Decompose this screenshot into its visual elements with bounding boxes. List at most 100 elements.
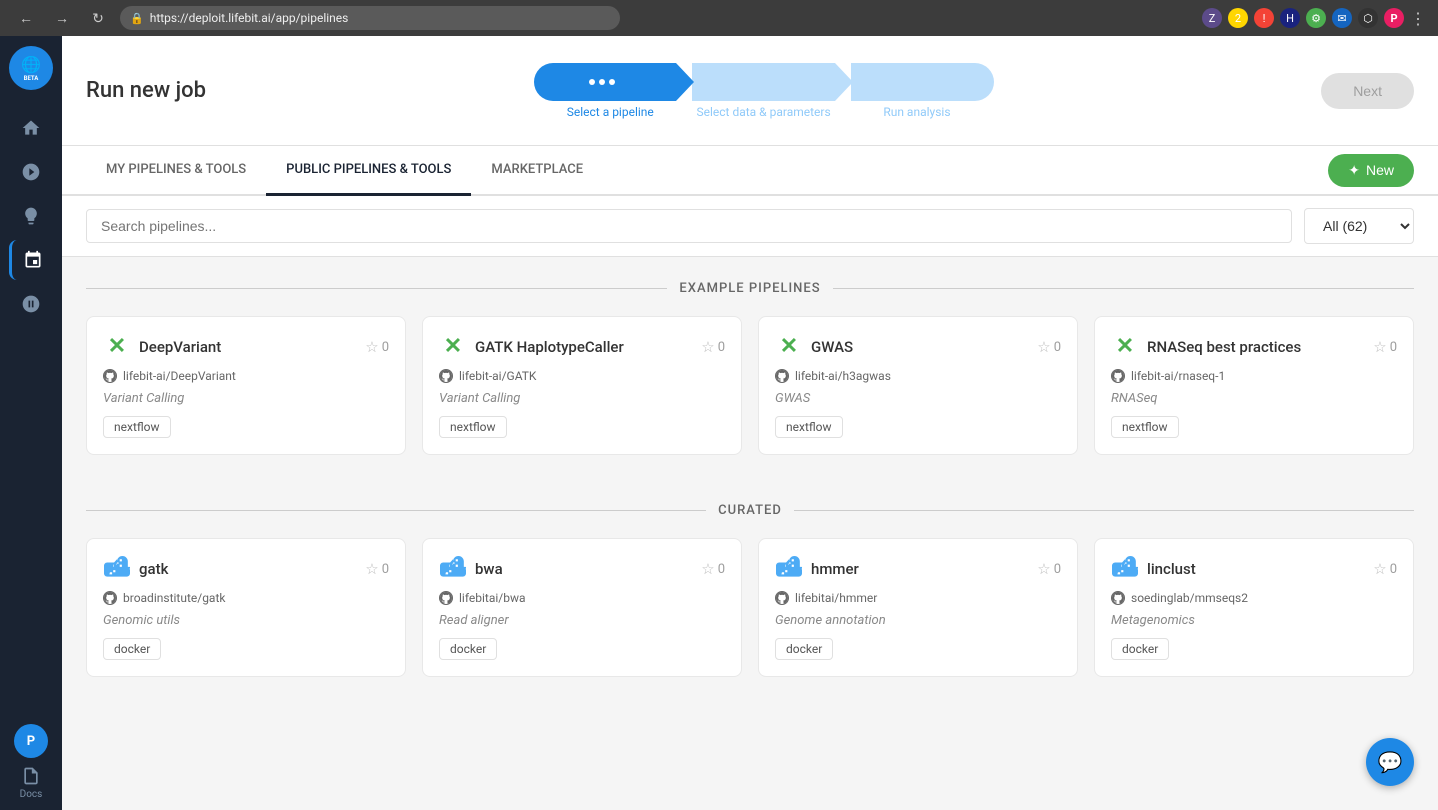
repo-icon [1111, 369, 1125, 383]
extension-2[interactable]: 2 [1228, 8, 1248, 28]
chat-bubble[interactable]: 💬 [1366, 738, 1414, 786]
tab-public-pipelines[interactable]: PUBLIC PIPELINES & TOOLS [266, 146, 471, 196]
star-count: 0 [382, 562, 389, 577]
browser-chrome: ← → ↻ 🔒 https://deploit.lifebit.ai/app/p… [0, 0, 1438, 36]
sidebar-docs-link[interactable]: Docs [20, 766, 43, 800]
pipeline-card[interactable]: bwa ☆ 0 lifebitai/bwa Read aligner docke… [422, 538, 742, 677]
card-star-row[interactable]: ☆ 0 [365, 338, 389, 356]
star-count: 0 [718, 562, 725, 577]
search-row: All (62) [62, 196, 1438, 257]
browser-right-icons: Z 2 ! H ⚙ ✉ ⬡ P ⋮ [1202, 8, 1426, 28]
star-count: 0 [718, 340, 725, 355]
sidebar-item-pipelines[interactable] [9, 240, 53, 280]
card-tag: nextflow [103, 416, 171, 438]
card-star-row[interactable]: ☆ 0 [1373, 560, 1397, 578]
card-title: GATK HaplotypeCaller [475, 338, 624, 356]
repo-name: lifebit-ai/DeepVariant [123, 369, 236, 383]
card-header: ✕ GWAS ☆ 0 [775, 333, 1061, 361]
app-container: 🌐 BETA P Docs Run new job [0, 36, 1438, 810]
pipeline-card[interactable]: hmmer ☆ 0 lifebitai/hmmer Genome annotat… [758, 538, 1078, 677]
wizard-step-1[interactable] [534, 63, 677, 101]
new-button[interactable]: ✦ New [1328, 154, 1414, 187]
tab-my-pipelines[interactable]: MY PIPELINES & TOOLS [86, 146, 266, 196]
card-star-row[interactable]: ☆ 0 [365, 560, 389, 578]
card-title: GWAS [811, 338, 853, 356]
repo-icon [439, 591, 453, 605]
pipeline-card[interactable]: ✕ GWAS ☆ 0 lifebit-ai/h3agwas GWAS nextf… [758, 316, 1078, 455]
page-header: Run new job [62, 36, 1438, 146]
refresh-button[interactable]: ↻ [84, 4, 112, 32]
extension-mail[interactable]: ✉ [1332, 8, 1352, 28]
extension-gear[interactable]: ⚙ [1306, 8, 1326, 28]
wizard-labels: Select a pipeline Select data & paramete… [534, 105, 994, 119]
card-header: linclust ☆ 0 [1111, 555, 1397, 583]
card-tag: docker [1111, 638, 1169, 660]
repo-name: lifebit-ai/rnaseq-1 [1131, 369, 1225, 383]
star-icon: ☆ [1373, 338, 1386, 356]
extension-extra[interactable]: ⬡ [1358, 8, 1378, 28]
title-line-right [833, 288, 1414, 289]
pipeline-card[interactable]: linclust ☆ 0 soedinglab/mmseqs2 Metageno… [1094, 538, 1414, 677]
sidebar-item-data[interactable] [9, 284, 53, 324]
extension-h[interactable]: H [1280, 8, 1300, 28]
card-title: RNASeq best practices [1147, 338, 1301, 356]
card-tag: nextflow [1111, 416, 1179, 438]
filter-select[interactable]: All (62) [1304, 208, 1414, 244]
url-bar[interactable]: 🔒 https://deploit.lifebit.ai/app/pipelin… [120, 6, 620, 30]
section-title-row-example: EXAMPLE PIPELINES [86, 281, 1414, 296]
sidebar-item-jobs[interactable] [9, 152, 53, 192]
card-star-row[interactable]: ☆ 0 [1373, 338, 1397, 356]
card-star-row[interactable]: ☆ 0 [701, 338, 725, 356]
wizard-step-3[interactable] [851, 63, 994, 101]
card-star-row[interactable]: ☆ 0 [1037, 560, 1061, 578]
search-input[interactable] [86, 209, 1292, 243]
extension-z[interactable]: Z [1202, 8, 1222, 28]
repo-name: lifebit-ai/h3agwas [795, 369, 891, 383]
title-line-right-curated [794, 510, 1414, 511]
card-category: Variant Calling [103, 391, 389, 406]
next-button[interactable]: Next [1321, 73, 1414, 109]
repo-icon [103, 369, 117, 383]
card-star-row[interactable]: ☆ 0 [1037, 338, 1061, 356]
sidebar-item-insights[interactable] [9, 196, 53, 236]
card-title-row: ✕ GATK HaplotypeCaller [439, 333, 624, 361]
star-icon: ☆ [701, 560, 714, 578]
star-count: 0 [1054, 562, 1061, 577]
tab-marketplace[interactable]: MARKETPLACE [471, 146, 603, 196]
card-header: gatk ☆ 0 [103, 555, 389, 583]
card-title-row: ✕ GWAS [775, 333, 853, 361]
pipeline-card[interactable]: ✕ GATK HaplotypeCaller ☆ 0 lifebit-ai/GA… [422, 316, 742, 455]
extension-off[interactable]: ! [1254, 8, 1274, 28]
card-category: Read aligner [439, 613, 725, 628]
wizard-step-2[interactable] [692, 63, 835, 101]
card-repo: lifebitai/hmmer [775, 591, 1061, 605]
nf-icon: ✕ [103, 333, 131, 361]
nf-icon: ✕ [1111, 333, 1139, 361]
browser-menu[interactable]: ⋮ [1410, 9, 1426, 28]
section-title-row-curated: CURATED [86, 503, 1414, 518]
star-count: 0 [1054, 340, 1061, 355]
card-title: hmmer [811, 560, 859, 578]
user-avatar-browser[interactable]: P [1384, 8, 1404, 28]
card-repo: lifebit-ai/rnaseq-1 [1111, 369, 1397, 383]
sidebar: 🌐 BETA P Docs [0, 36, 62, 810]
star-icon: ☆ [1037, 338, 1050, 356]
repo-icon [775, 591, 789, 605]
pipeline-card[interactable]: ✕ RNASeq best practices ☆ 0 lifebit-ai/r… [1094, 316, 1414, 455]
card-star-row[interactable]: ☆ 0 [701, 560, 725, 578]
sidebar-item-home[interactable] [9, 108, 53, 148]
pipeline-card[interactable]: gatk ☆ 0 broadinstitute/gatk Genomic uti… [86, 538, 406, 677]
card-repo: broadinstitute/gatk [103, 591, 389, 605]
sidebar-logo[interactable]: 🌐 BETA [9, 46, 53, 90]
sidebar-user-avatar[interactable]: P [14, 724, 48, 758]
card-title-row: ✕ DeepVariant [103, 333, 221, 361]
repo-icon [439, 369, 453, 383]
card-title-row: ✕ RNASeq best practices [1111, 333, 1301, 361]
repo-name: lifebitai/bwa [459, 591, 526, 605]
page-title: Run new job [86, 78, 206, 103]
forward-button[interactable]: → [48, 4, 76, 32]
card-title: linclust [1147, 560, 1196, 578]
pipeline-card[interactable]: ✕ DeepVariant ☆ 0 lifebit-ai/DeepVariant… [86, 316, 406, 455]
star-icon: ☆ [365, 338, 378, 356]
back-button[interactable]: ← [12, 4, 40, 32]
